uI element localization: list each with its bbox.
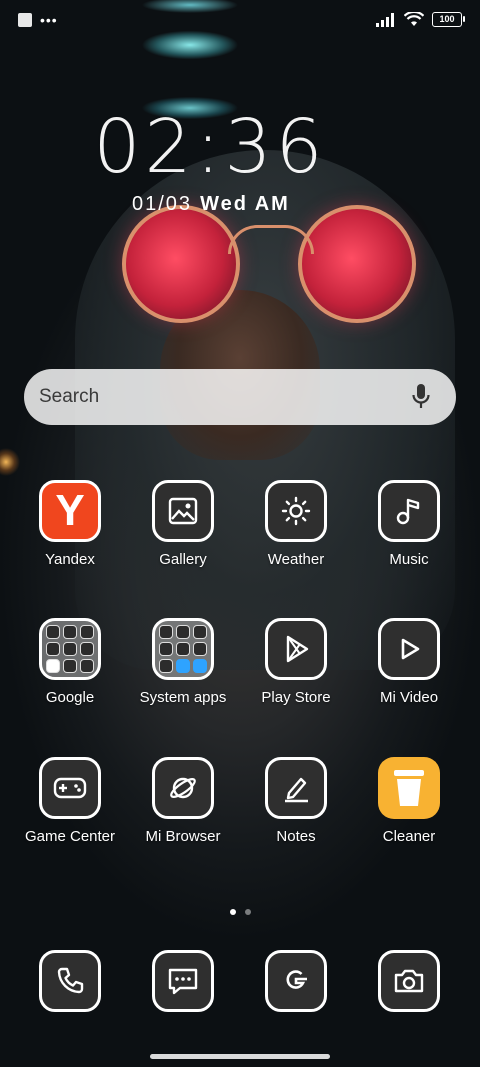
folder-app-icon xyxy=(80,625,94,639)
app-label: Yandex xyxy=(45,551,95,568)
dock-camera[interactable] xyxy=(354,950,464,1012)
home-gesture-bar[interactable] xyxy=(150,1054,330,1059)
more-dots-icon: ••• xyxy=(40,12,58,28)
folder-app-icon xyxy=(159,642,173,656)
app-label: System apps xyxy=(139,689,227,706)
page-dot xyxy=(244,909,251,915)
gamepad-icon xyxy=(39,757,101,819)
app-label: Play Store xyxy=(261,689,331,706)
folder-app-icon xyxy=(80,642,94,656)
folder-app-icon xyxy=(193,642,207,656)
folder-app-icon xyxy=(80,659,94,673)
camera-icon xyxy=(378,950,440,1012)
app-gallery[interactable]: Gallery xyxy=(128,480,238,568)
signal-icon xyxy=(376,12,394,27)
folder-app-icon xyxy=(176,659,190,673)
page-dot-active xyxy=(229,909,236,915)
app-notes[interactable]: Notes xyxy=(241,757,351,845)
weather-sun-icon xyxy=(265,480,327,542)
status-bar: ••• 100 xyxy=(0,0,480,40)
wallpaper-glasses-bridge xyxy=(228,225,314,254)
folder-app-icon xyxy=(63,642,77,656)
app-label: Music xyxy=(389,551,429,568)
mic-icon[interactable] xyxy=(408,382,434,412)
dock-phone[interactable] xyxy=(15,950,125,1012)
search-placeholder: Search xyxy=(39,386,100,407)
play-icon xyxy=(378,618,440,680)
app-label: Google xyxy=(45,689,95,706)
app-mi-video[interactable]: Mi Video xyxy=(354,618,464,706)
folder-app-icon xyxy=(63,659,77,673)
folder-app-icon xyxy=(63,625,77,639)
dock-google[interactable] xyxy=(241,950,351,1012)
app-game-center[interactable]: Game Center xyxy=(15,757,125,845)
google-g-icon xyxy=(265,950,327,1012)
app-label: Mi Browser xyxy=(145,828,221,845)
folder-app-icon xyxy=(159,625,173,639)
phone-icon xyxy=(39,950,101,1012)
app-yandex[interactable]: Y Yandex xyxy=(15,480,125,568)
folder-app-icon xyxy=(46,659,60,673)
browser-planet-icon xyxy=(152,757,214,819)
battery-icon: 100 xyxy=(432,12,465,27)
app-folder-system-apps[interactable]: System apps xyxy=(128,618,238,706)
date-text: 01/03 xyxy=(132,193,193,215)
google-folder-icon xyxy=(39,618,101,680)
trash-bin-icon xyxy=(378,757,440,819)
folder-app-icon xyxy=(193,625,207,639)
yandex-icon-letter: Y xyxy=(55,486,85,535)
app-mi-browser[interactable]: Mi Browser xyxy=(128,757,238,845)
battery-level: 100 xyxy=(439,14,455,24)
app-label: Weather xyxy=(267,551,325,568)
notification-square-icon xyxy=(18,13,32,27)
page-indicator[interactable] xyxy=(0,909,480,915)
search-bar[interactable]: Search xyxy=(24,369,456,425)
clock-time: 02:36 xyxy=(93,104,327,190)
folder-app-icon xyxy=(46,642,60,656)
messages-icon xyxy=(152,950,214,1012)
folder-app-icon xyxy=(159,659,173,673)
folder-app-icon xyxy=(193,659,207,673)
pencil-icon xyxy=(265,757,327,819)
folder-app-icon xyxy=(176,625,190,639)
play-store-icon xyxy=(265,618,327,680)
wallpaper-lens-right xyxy=(298,205,416,323)
app-label: Gallery xyxy=(159,551,207,568)
wifi-icon xyxy=(404,12,424,26)
dock-messages[interactable] xyxy=(128,950,238,1012)
app-weather[interactable]: Weather xyxy=(241,480,351,568)
app-label: Notes xyxy=(276,828,316,845)
wallpaper-lens-left xyxy=(122,205,240,323)
system-apps-folder-icon xyxy=(152,618,214,680)
music-note-icon xyxy=(378,480,440,542)
app-folder-google[interactable]: Google xyxy=(15,618,125,706)
folder-app-icon xyxy=(46,625,60,639)
app-label: Mi Video xyxy=(379,689,439,706)
gallery-icon xyxy=(152,480,214,542)
app-label: Cleaner xyxy=(382,828,436,845)
app-music[interactable]: Music xyxy=(354,480,464,568)
app-cleaner[interactable]: Cleaner xyxy=(354,757,464,845)
folder-app-icon xyxy=(176,642,190,656)
weekday-text: Wed AM xyxy=(200,193,290,215)
clock-date: 01/03 Wed AM xyxy=(132,193,290,216)
app-label: Game Center xyxy=(24,828,116,845)
yandex-icon: Y xyxy=(39,480,101,542)
app-play-store[interactable]: Play Store xyxy=(241,618,351,706)
clock-widget[interactable]: 02:36 01/03 Wed AM xyxy=(0,104,480,215)
